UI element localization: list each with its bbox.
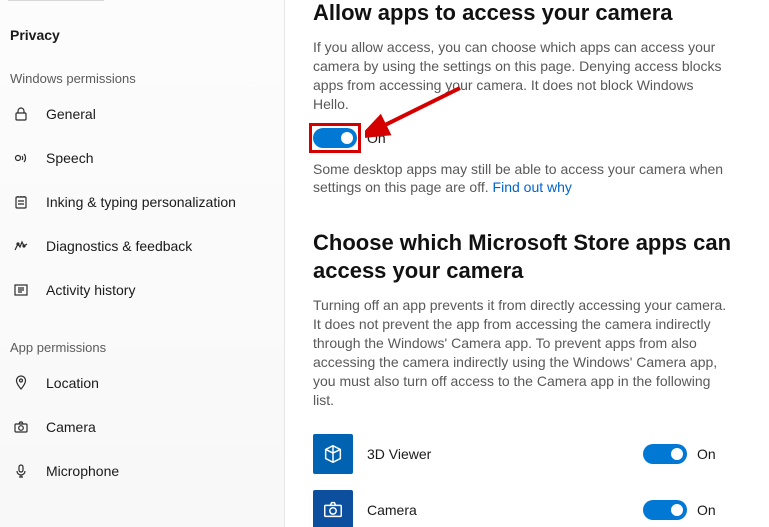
toggle-state-label: On [697,502,716,518]
find-out-why-link[interactable]: Find out why [493,179,572,195]
history-icon [12,281,30,299]
sidebar-item-speech[interactable]: Speech [0,136,284,180]
sidebar-item-label: Diagnostics & feedback [46,238,192,254]
section-heading-choose-apps: Choose which Microsoft Store apps can ac… [313,229,749,284]
sidebar-item-label: Microphone [46,463,119,479]
toggle-state-label: On [367,130,386,146]
inking-icon [12,193,30,211]
speech-icon [12,149,30,167]
sidebar-item-activity-history[interactable]: Activity history [0,268,284,312]
toggle-state-label: On [697,446,716,462]
camera-app-icon [313,490,353,527]
location-icon [12,374,30,392]
sidebar-item-inking[interactable]: Inking & typing personalization [0,180,284,224]
camera-icon [12,418,30,436]
sidebar-item-label: Activity history [46,282,135,298]
group-label-app-permissions: App permissions [0,330,284,361]
lock-icon [12,105,30,123]
sidebar-item-label: Inking & typing personalization [46,194,236,210]
sidebar-item-microphone[interactable]: Microphone [0,449,284,493]
settings-main: Allow apps to access your camera If you … [285,0,769,527]
section-note: Some desktop apps may still be able to a… [313,160,733,198]
group-label-windows-permissions: Windows permissions [0,61,284,92]
section-desc: If you allow access, you can choose whic… [313,38,733,114]
microphone-icon [12,462,30,480]
sidebar-item-diagnostics[interactable]: Diagnostics & feedback [0,224,284,268]
section-desc-2: Turning off an app prevents it from dire… [313,296,733,409]
settings-sidebar: Privacy Windows permissions General Spee… [0,0,285,527]
app-row-camera: Camera On [313,482,733,527]
sidebar-title: Privacy [0,21,284,61]
sidebar-item-location[interactable]: Location [0,361,284,405]
sidebar-item-label: General [46,106,96,122]
app-toggle-3d-viewer[interactable] [643,444,687,464]
sidebar-item-label: Speech [46,150,93,166]
section-heading-allow-apps: Allow apps to access your camera [313,0,749,26]
divider [8,0,104,1]
cube-icon [313,434,353,474]
sidebar-item-general[interactable]: General [0,92,284,136]
app-name: 3D Viewer [367,446,629,462]
app-permission-list: 3D Viewer On Camera On [313,426,749,527]
sidebar-item-camera[interactable]: Camera [0,405,284,449]
sidebar-item-label: Location [46,375,99,391]
app-toggle-camera[interactable] [643,500,687,520]
app-row-3d-viewer: 3D Viewer On [313,426,733,482]
diagnostics-icon [12,237,30,255]
camera-access-toggle[interactable] [313,128,357,148]
app-name: Camera [367,502,629,518]
sidebar-item-label: Camera [46,419,96,435]
camera-access-toggle-row: On [313,128,749,148]
